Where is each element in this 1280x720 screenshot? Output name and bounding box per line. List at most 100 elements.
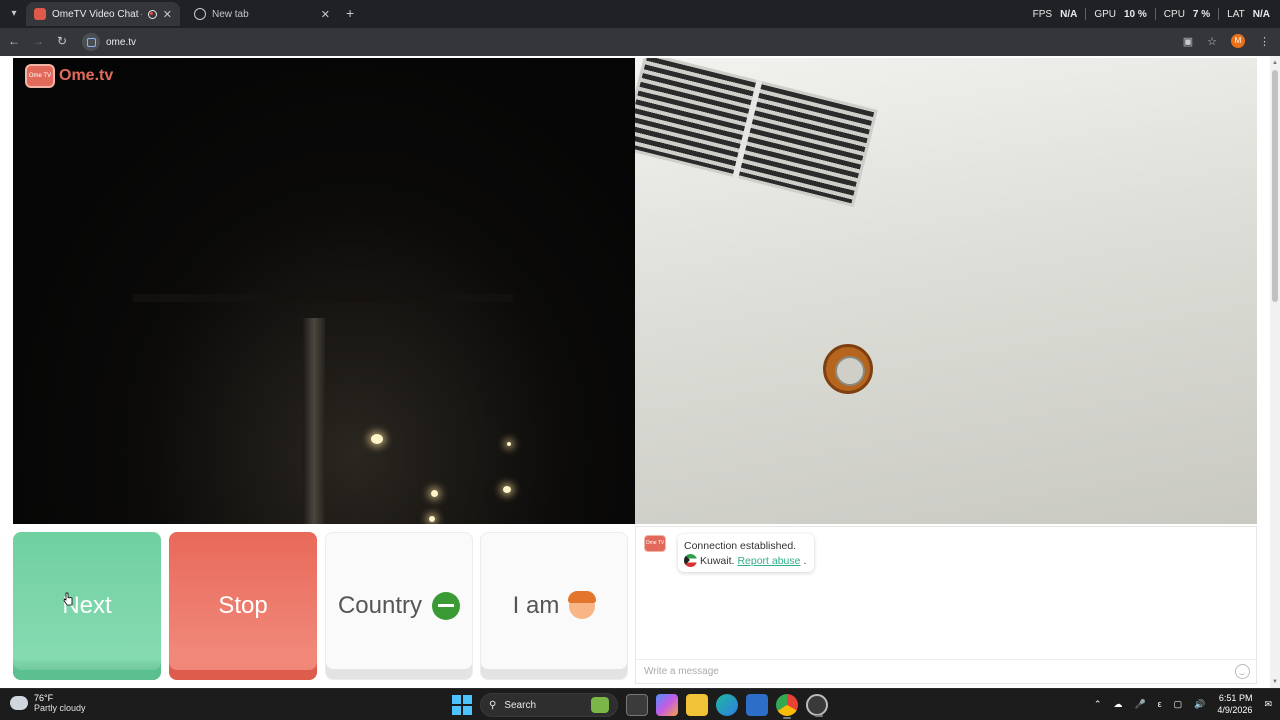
hand-cursor-icon — [63, 592, 73, 606]
divider — [1218, 8, 1220, 20]
system-message: Connection established. Kuwait. Report a… — [678, 534, 815, 572]
chrome-favicon-icon — [194, 8, 206, 20]
ometv-favicon-icon — [34, 8, 46, 20]
self-video — [635, 58, 1257, 524]
search-highlight-icon — [591, 697, 609, 713]
kuwait-flag-icon — [684, 554, 697, 567]
volume-icon[interactable]: 🔊 — [1194, 699, 1205, 710]
fps-value: N/A — [1060, 8, 1078, 20]
task-view-icon[interactable] — [626, 694, 648, 716]
country-button[interactable]: Country — [325, 532, 473, 680]
gender-button[interactable]: I am — [480, 532, 628, 680]
taskbar-search[interactable]: ⚲ Search — [480, 693, 618, 717]
emoji-icon[interactable] — [1235, 664, 1250, 679]
ceiling-light-fixture — [823, 344, 873, 394]
divider — [1085, 8, 1087, 20]
taskbar-apps: ⚲ Search — [452, 693, 828, 719]
forward-arrow-icon[interactable]: → — [30, 34, 46, 48]
network-icon[interactable]: ▢ — [1174, 699, 1183, 710]
message-placeholder: Write a message — [644, 666, 719, 677]
partner-country: Kuwait. — [700, 554, 735, 567]
saudi-flag-icon — [432, 592, 461, 620]
close-tab-icon[interactable]: ✕ — [163, 8, 172, 21]
tab-ometv[interactable]: OmeTV Video Chat — Ome ✕ — [26, 2, 180, 26]
bookmark-star-icon[interactable]: ☆ — [1207, 35, 1217, 48]
clock-date: 4/9/2026 — [1217, 705, 1253, 715]
ometv-logo[interactable]: Ome TV Ome.tv — [25, 64, 113, 88]
close-tab-icon[interactable]: ✕ — [321, 8, 330, 21]
tab-title: New tab — [212, 8, 249, 20]
url-text[interactable]: ome.tv — [106, 37, 136, 48]
tab-search-icon[interactable]: ▾ — [6, 6, 22, 22]
video-scene — [133, 294, 513, 302]
file-explorer-icon[interactable] — [686, 694, 708, 716]
new-tab-plus-icon[interactable]: + — [346, 5, 354, 21]
lat-label: LAT — [1227, 8, 1245, 20]
fps-label: FPS — [1032, 8, 1053, 20]
gpu-label: GPU — [1094, 8, 1116, 20]
edge-icon[interactable] — [716, 694, 738, 716]
lat-value: N/A — [1252, 8, 1270, 20]
tab-title: OmeTV Video Chat — Ome — [52, 8, 142, 20]
weather-condition: Partly cloudy — [34, 703, 86, 713]
boy-face-icon — [568, 591, 597, 619]
recording-icon — [147, 9, 157, 19]
performance-overlay: FPS N/A GPU 10 % CPU 7 % LAT N/A — [1033, 8, 1270, 20]
microphone-icon[interactable]: 🎤 — [1134, 699, 1145, 710]
video-scene — [507, 442, 511, 446]
stop-button[interactable]: Stop — [169, 532, 317, 680]
ometv-chat-logo-icon: Ome TV — [644, 535, 666, 552]
video-scene — [429, 516, 435, 522]
video-scene — [303, 318, 325, 524]
cpu-label: CPU — [1163, 8, 1185, 20]
search-icon: ⚲ — [489, 699, 497, 711]
report-abuse-link[interactable]: Report abuse — [737, 555, 800, 567]
ceiling-vent — [635, 58, 878, 208]
cpu-value: 7 % — [1192, 8, 1211, 20]
stranger-video: Ome TV Ome.tv — [13, 58, 635, 524]
video-scene — [503, 486, 511, 493]
site-info-icon[interactable] — [82, 33, 100, 51]
profile-avatar[interactable]: M — [1231, 34, 1245, 48]
chat-panel: Ome TV Connection established. Kuwait. R… — [635, 526, 1257, 684]
iam-label: I am — [512, 592, 560, 619]
partly-cloudy-icon — [8, 692, 28, 710]
temperature: 76°F — [34, 693, 54, 703]
microsoft-store-icon[interactable] — [746, 694, 768, 716]
ometv-logo-text: Ome.tv — [59, 67, 114, 84]
address-bar[interactable]: ome.tv — [80, 31, 1230, 53]
browser-toolbar: ← → ↻ ome.tv ▣ ☆ M ⋮ — [0, 28, 1280, 56]
scroll-down-icon[interactable]: ▼ — [1272, 679, 1278, 685]
system-tray: ⌃ ☁ 🎤 ε ▢ 🔊 6:51 PM 4/9/2026 ✉ — [1094, 692, 1272, 716]
notification-bell-icon[interactable]: ✉ — [1264, 699, 1272, 710]
ometv-page: Ome TV Ome.tv Next Stop Country I am Ome… — [0, 56, 1270, 688]
chrome-icon[interactable] — [776, 694, 798, 719]
connection-status: Connection established. — [684, 538, 806, 553]
next-button[interactable]: Next — [13, 532, 161, 680]
report-suffix: . — [803, 554, 807, 567]
stop-label: Stop — [218, 592, 268, 619]
copilot-icon[interactable] — [656, 694, 678, 716]
windows-start-icon[interactable] — [452, 695, 472, 715]
weather-widget[interactable]: 76°F Partly cloudy — [8, 692, 86, 713]
scroll-up-icon[interactable]: ▲ — [1272, 60, 1278, 66]
partner-location: Kuwait. Report abuse. — [684, 553, 806, 568]
page-scrollbar[interactable]: ▲ ▼ — [1270, 56, 1280, 688]
taskbar-clock[interactable]: 6:51 PM 4/9/2026 — [1217, 692, 1252, 716]
scrollbar-thumb[interactable] — [1272, 70, 1278, 302]
install-app-icon[interactable]: ▣ — [1183, 35, 1193, 48]
onedrive-cloud-icon[interactable]: ☁ — [1113, 699, 1122, 710]
reload-icon[interactable]: ↻ — [54, 34, 70, 48]
kebab-menu-icon[interactable]: ⋮ — [1259, 35, 1270, 48]
keyboard-language-icon[interactable]: ε — [1158, 699, 1162, 709]
gpu-value: 10 % — [1124, 8, 1147, 20]
video-scene — [431, 490, 438, 497]
obs-recording-icon[interactable] — [806, 694, 828, 717]
windows-taskbar: 76°F Partly cloudy ⚲ Search ⌃ ☁ 🎤 ε ▢ 🔊 … — [0, 688, 1280, 720]
back-arrow-icon[interactable]: ← — [6, 34, 22, 48]
tab-new-tab[interactable]: New tab ✕ — [186, 2, 338, 26]
divider — [1154, 8, 1156, 20]
chevron-up-icon[interactable]: ⌃ — [1094, 699, 1102, 710]
video-scene — [371, 434, 383, 444]
message-input[interactable]: Write a message — [636, 659, 1256, 683]
